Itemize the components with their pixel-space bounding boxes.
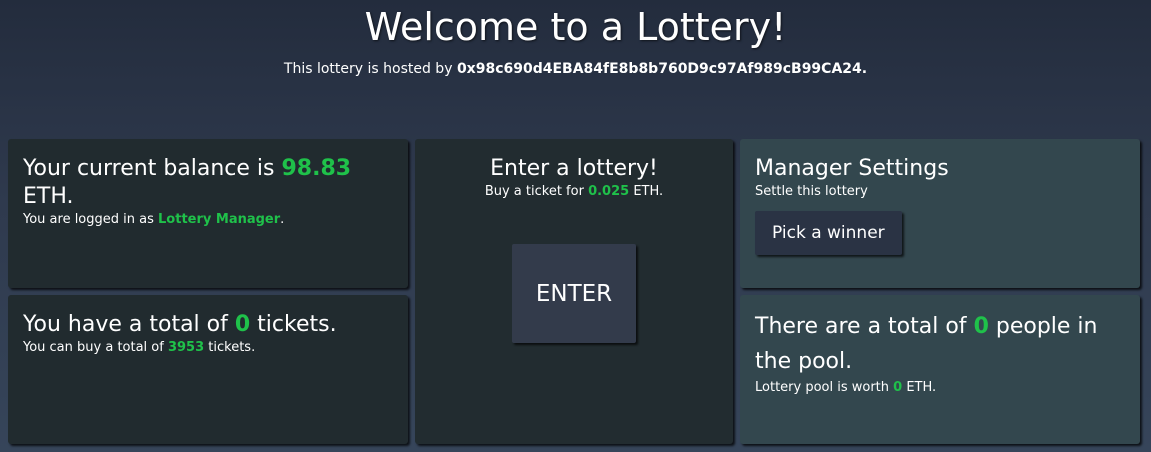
- buyable-suffix: tickets.: [204, 340, 256, 355]
- buyable-prefix: You can buy a total of: [23, 340, 168, 355]
- buyable-count: 3953: [167, 340, 205, 355]
- price-prefix: Buy a ticket for: [484, 184, 589, 199]
- balance-card: Your current balance is 98.83 ETH. You a…: [8, 139, 408, 288]
- host-address: 0x98c690d4EBA84fE8b8b760D9c97Af989cB99CA…: [456, 61, 868, 77]
- balance-title-suffix: ETH.: [23, 184, 74, 209]
- tickets-title: You have a total of 0 tickets.: [23, 311, 393, 339]
- login-prefix: You are logged in as: [23, 212, 159, 227]
- price-suffix: ETH.: [629, 184, 664, 199]
- pool-title-prefix: There are a total of: [755, 314, 974, 339]
- enter-card: Enter a lottery! Buy a ticket for 0.025 …: [415, 139, 733, 444]
- pool-worth-suffix: ETH.: [902, 380, 937, 395]
- manager-title: Manager Settings: [755, 156, 949, 181]
- enter-button[interactable]: ENTER: [512, 244, 636, 343]
- login-role: Lottery Manager: [158, 212, 281, 227]
- pick-winner-button[interactable]: Pick a winner: [755, 211, 902, 255]
- balance-title: Your current balance is 98.83 ETH.: [23, 155, 393, 211]
- manager-subtitle: Settle this lottery: [755, 184, 868, 199]
- pool-people-count: 0: [973, 314, 989, 339]
- ticket-price-info: Buy a ticket for 0.025 ETH.: [430, 183, 718, 201]
- login-suffix: .: [280, 212, 285, 227]
- pool-worth-prefix: Lottery pool is worth: [755, 380, 894, 395]
- enter-title: Enter a lottery!: [490, 156, 658, 181]
- login-info: You are logged in as Lottery Manager.: [23, 211, 393, 229]
- tickets-card: You have a total of 0 tickets. You can b…: [8, 295, 408, 444]
- host-prefix: This lottery is hosted by: [283, 61, 457, 77]
- balance-value: 98.83: [281, 156, 352, 181]
- buyable-info: You can buy a total of 3953 tickets.: [23, 339, 393, 357]
- pool-worth: 0: [893, 380, 903, 395]
- pool-card: There are a total of 0 people in the poo…: [740, 295, 1140, 444]
- balance-title-prefix: Your current balance is: [23, 156, 282, 181]
- tickets-title-prefix: You have a total of: [23, 312, 235, 337]
- ticket-price: 0.025: [588, 184, 630, 199]
- tickets-title-suffix: tickets.: [250, 312, 337, 337]
- host-info: This lottery is hosted by 0x98c690d4EBA8…: [0, 60, 1151, 78]
- pool-title: There are a total of 0 people in the poo…: [755, 309, 1125, 379]
- tickets-count: 0: [234, 312, 251, 337]
- manager-card: Manager Settings Settle this lottery Pic…: [740, 139, 1140, 288]
- page-title: Welcome to a Lottery!: [364, 5, 787, 49]
- pool-worth-info: Lottery pool is worth 0 ETH.: [755, 379, 1125, 397]
